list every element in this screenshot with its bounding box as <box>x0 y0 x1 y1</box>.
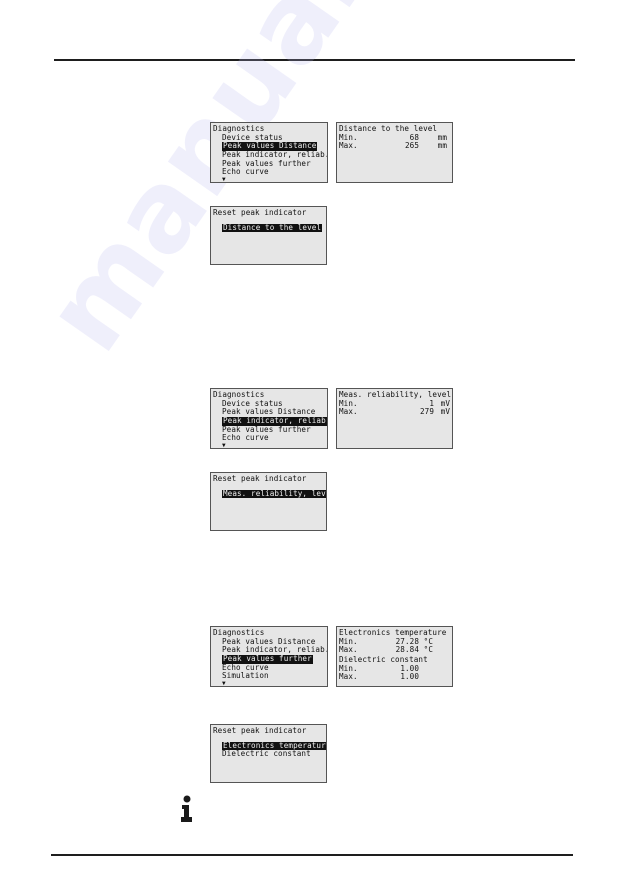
diagnostics-menu-display-1: Diagnostics Device status Peak values Di… <box>210 122 328 183</box>
row-value: 28.84 <box>395 645 419 655</box>
scroll-down-arrow-icon: ▼ <box>222 176 226 183</box>
reset-title: Reset peak indicator <box>213 208 307 217</box>
reset-title: Reset peak indicator <box>213 726 307 735</box>
row-label: Max. <box>339 141 358 151</box>
menu-item-echo-curve[interactable]: Echo curve <box>222 663 269 672</box>
row-unit: mm <box>437 141 447 151</box>
menu-item-peak-values-further[interactable]: Peak values further <box>222 425 311 434</box>
diagnostics-menu-display-2: Diagnostics Device status Peak values Di… <box>210 388 328 449</box>
row-label: Max. <box>339 407 358 417</box>
menu-item-device-status[interactable]: Device status <box>222 133 283 142</box>
menu-item-echo-curve[interactable]: Echo curve <box>222 433 269 443</box>
peak-values-display-3: Electronics temperature Min. 27.28 °C Ma… <box>336 626 453 687</box>
scroll-down-arrow-icon: ▼ <box>222 680 226 687</box>
scroll-down-arrow-icon: ▼ <box>222 442 226 449</box>
reset-item-meas-reliability[interactable]: Meas. reliability, level <box>222 489 326 499</box>
menu-item-echo-curve[interactable]: Echo curve <box>222 167 269 177</box>
reset-peak-display-3: Reset peak indicator Electronics tempera… <box>210 724 327 783</box>
value-row-max: Max. 265 mm <box>339 142 450 151</box>
menu-item-peak-indicator-reliab[interactable]: Peak indicator, reliab. <box>222 150 327 159</box>
menu-item-peak-values-distance[interactable]: Peak values Distance <box>222 407 315 417</box>
reset-item-dielectric-constant[interactable]: Dielectric constant <box>222 749 311 759</box>
row-value: 279 <box>419 407 434 417</box>
row-unit: mV <box>440 407 450 417</box>
value-row-max: Max. 28.84 °C <box>339 646 450 655</box>
value-row-max: Max. 279 mV <box>339 408 450 417</box>
info-icon <box>181 795 192 822</box>
menu-item-peak-indicator-reliab[interactable]: Peak indicator, reliab. <box>222 645 327 655</box>
menu-item-simulation[interactable]: Simulation <box>222 671 269 681</box>
menu-item-peak-values-distance[interactable]: Peak values Distance <box>222 637 315 646</box>
menu-item-device-status[interactable]: Device status <box>222 399 283 408</box>
footer-rule <box>51 854 573 856</box>
menu-item-peak-values-further[interactable]: Peak values further <box>222 159 311 168</box>
peak-values-display-2: Meas. reliability, level Min. 1 mV Max. … <box>336 388 453 449</box>
watermark: manualshive.com <box>20 0 629 373</box>
diagnostics-menu-display-3: Diagnostics Peak values Distance Peak in… <box>210 626 328 687</box>
row-value: 1.00 <box>400 672 419 682</box>
reset-peak-display-2: Reset peak indicator Meas. reliability, … <box>210 472 327 531</box>
row-unit: °C <box>423 645 433 655</box>
row-value: 265 <box>404 141 419 151</box>
peak-values-display-1: Distance to the level Min. 68 mm Max. 26… <box>336 122 453 183</box>
value-row-max-2: Max. 1.00 <box>339 673 450 682</box>
header-rule <box>54 59 575 61</box>
row-label: Max. <box>339 672 358 682</box>
reset-item-distance[interactable]: Distance to the level <box>222 223 323 233</box>
reset-peak-display-1: Reset peak indicator Distance to the lev… <box>210 206 327 265</box>
reset-title: Reset peak indicator <box>213 474 307 483</box>
row-label: Max. <box>339 645 358 655</box>
